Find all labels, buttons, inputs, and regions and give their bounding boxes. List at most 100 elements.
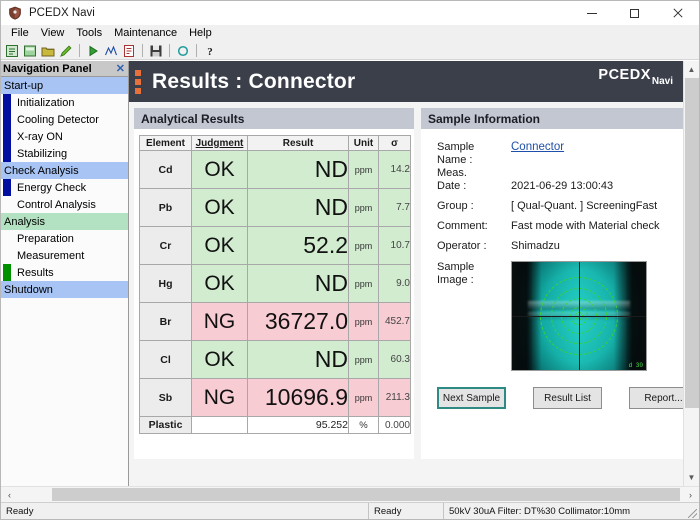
vertical-scroll-track[interactable] [683, 78, 699, 469]
open-sample-icon[interactable] [22, 43, 38, 59]
sidebar-item-results[interactable]: Results [1, 264, 128, 281]
resize-grip-icon[interactable] [685, 503, 699, 520]
status-right: 50kV 30uA Filter: DT%30 Collimator:10mm [443, 502, 685, 519]
scroll-left-arrow-icon[interactable]: ‹ [1, 487, 18, 503]
sidebar-item-control-analysis[interactable]: Control Analysis [1, 196, 128, 213]
brand-logo: PCEDX Navi [598, 67, 673, 87]
cell-judgment: OK [191, 188, 248, 227]
close-button[interactable] [656, 1, 699, 25]
cell-result: 10696.9 [247, 378, 349, 417]
sample-name-link[interactable]: Connector [511, 141, 564, 153]
status-bar-indicator [3, 179, 11, 196]
sidebar-item-measurement[interactable]: Measurement [1, 247, 128, 264]
toolbar-separator [142, 44, 143, 57]
vertical-scroll-thumb[interactable] [684, 78, 699, 408]
run-icon[interactable] [85, 43, 101, 59]
sample-image[interactable]: d 30 [511, 261, 647, 371]
column-header-result[interactable]: Result [247, 135, 349, 151]
cell-unit: ppm [348, 378, 379, 417]
sidebar-item-check-analysis[interactable]: Check Analysis [1, 162, 128, 179]
spectrum-icon[interactable] [103, 43, 119, 59]
menu-help[interactable]: Help [183, 25, 218, 41]
cell-judgment [191, 416, 248, 434]
meas-date-value-wrap: 2021-06-29 13:00:43 [511, 167, 683, 193]
table-row[interactable]: Cl OK ND ppm 60.3 [139, 340, 411, 379]
table-row[interactable]: Sb NG 10696.9 ppm 211.3 [139, 378, 411, 417]
report-button[interactable]: Report... [629, 387, 683, 409]
minimize-button[interactable] [570, 1, 613, 25]
navigation-close-icon[interactable]: ✕ [116, 62, 125, 75]
cell-sigma: 0.000 [378, 416, 411, 434]
cell-judgment: OK [191, 340, 248, 379]
menu-view[interactable]: View [35, 25, 71, 41]
table-row[interactable]: Br NG 36727.0 ppm 452.7 [139, 302, 411, 341]
help-icon[interactable]: ? [202, 43, 218, 59]
scroll-right-arrow-icon[interactable]: › [682, 487, 699, 503]
cell-element: Cl [139, 340, 192, 379]
sidebar-item-energy-check[interactable]: Energy Check [1, 179, 128, 196]
status-bar: Ready Ready 50kV 30uA Filter: DT%30 Coll… [1, 502, 699, 519]
sidebar-item-analysis[interactable]: Analysis [1, 213, 128, 230]
column-header-unit[interactable]: Unit [348, 135, 379, 151]
window-title: PCEDX Navi [29, 6, 95, 19]
app-shield-icon [6, 4, 24, 22]
scroll-up-arrow-icon[interactable]: ▲ [683, 61, 699, 78]
refresh-icon[interactable] [175, 43, 191, 59]
results-table: Element Judgment Result Unit σ Cd OK ND … [139, 135, 411, 434]
column-header-judgment[interactable]: Judgment [191, 135, 248, 151]
sidebar-item-shutdown[interactable]: Shutdown [1, 281, 128, 298]
sidebar-item-start-up[interactable]: Start-up [1, 77, 128, 94]
table-row[interactable]: Cr OK 52.2 ppm 10.7 [139, 226, 411, 265]
cell-unit: ppm [348, 302, 379, 341]
column-header-sigma[interactable]: σ [378, 135, 411, 151]
horizontal-scroll-thumb[interactable] [52, 487, 680, 501]
sidebar-item-initialization[interactable]: Initialization [1, 94, 128, 111]
scroll-down-arrow-icon[interactable]: ▼ [683, 469, 699, 486]
cell-sigma: 14.2 [378, 150, 411, 189]
content-area: Results : Connector PCEDX Navi Analytica… [129, 61, 683, 486]
sidebar-item-label: Control Analysis [17, 198, 96, 211]
status-middle: Ready [368, 502, 443, 519]
cell-judgment: OK [191, 264, 248, 303]
save-icon[interactable] [148, 43, 164, 59]
cell-judgment: OK [191, 226, 248, 265]
cell-unit: ppm [348, 264, 379, 303]
status-bar-indicator [3, 128, 11, 145]
menu-tools[interactable]: Tools [70, 25, 108, 41]
sidebar-item-label: Measurement [17, 249, 85, 262]
vertical-scrollbar[interactable]: ▲ ▼ [683, 61, 699, 486]
status-left: Ready [6, 505, 34, 517]
maximize-button[interactable] [613, 1, 656, 25]
report-icon[interactable] [121, 43, 137, 59]
sidebar-item-preparation[interactable]: Preparation [1, 230, 128, 247]
menu-file[interactable]: File [5, 25, 35, 41]
column-header-element[interactable]: Element [139, 135, 192, 151]
sample-name-label: Sample Name : [437, 141, 505, 167]
cell-sigma: 10.7 [378, 226, 411, 265]
menu-maintenance[interactable]: Maintenance [108, 25, 183, 41]
result-list-button[interactable]: Result List [533, 387, 602, 409]
horizontal-scroll-track[interactable] [18, 486, 682, 503]
cell-sigma: 7.7 [378, 188, 411, 227]
navigation-list: Start-up Initialization Cooling Detector… [1, 77, 128, 486]
table-row[interactable]: Cd OK ND ppm 14.2 [139, 150, 411, 189]
sidebar-item-stabilizing[interactable]: Stabilizing [1, 145, 128, 162]
table-row-summary[interactable]: Plastic 95.252 % 0.000 [139, 416, 411, 434]
sidebar-item-cooling-detector[interactable]: Cooling Detector [1, 111, 128, 128]
cell-sigma: 452.7 [378, 302, 411, 341]
page-title: Results : Connector [152, 69, 356, 93]
brand-sub-label: Navi [651, 76, 673, 87]
sidebar-item-x-ray-on[interactable]: X-ray ON [1, 128, 128, 145]
toolbar-separator [196, 44, 197, 57]
sample-image-label-line2: Image : [437, 274, 474, 286]
status-bar-indicator [3, 94, 11, 111]
horizontal-scrollbar[interactable]: ‹ › [1, 486, 699, 503]
table-row[interactable]: Pb OK ND ppm 7.7 [139, 188, 411, 227]
new-document-icon[interactable] [4, 43, 20, 59]
folder-icon[interactable] [40, 43, 56, 59]
next-sample-button[interactable]: Next Sample [437, 387, 506, 409]
table-row[interactable]: Hg OK ND ppm 9.0 [139, 264, 411, 303]
edit-pencil-icon[interactable] [58, 43, 74, 59]
panels-row: Analytical Results Element Judgment Resu… [129, 102, 683, 486]
navigation-panel-title: Navigation Panel [3, 62, 92, 75]
